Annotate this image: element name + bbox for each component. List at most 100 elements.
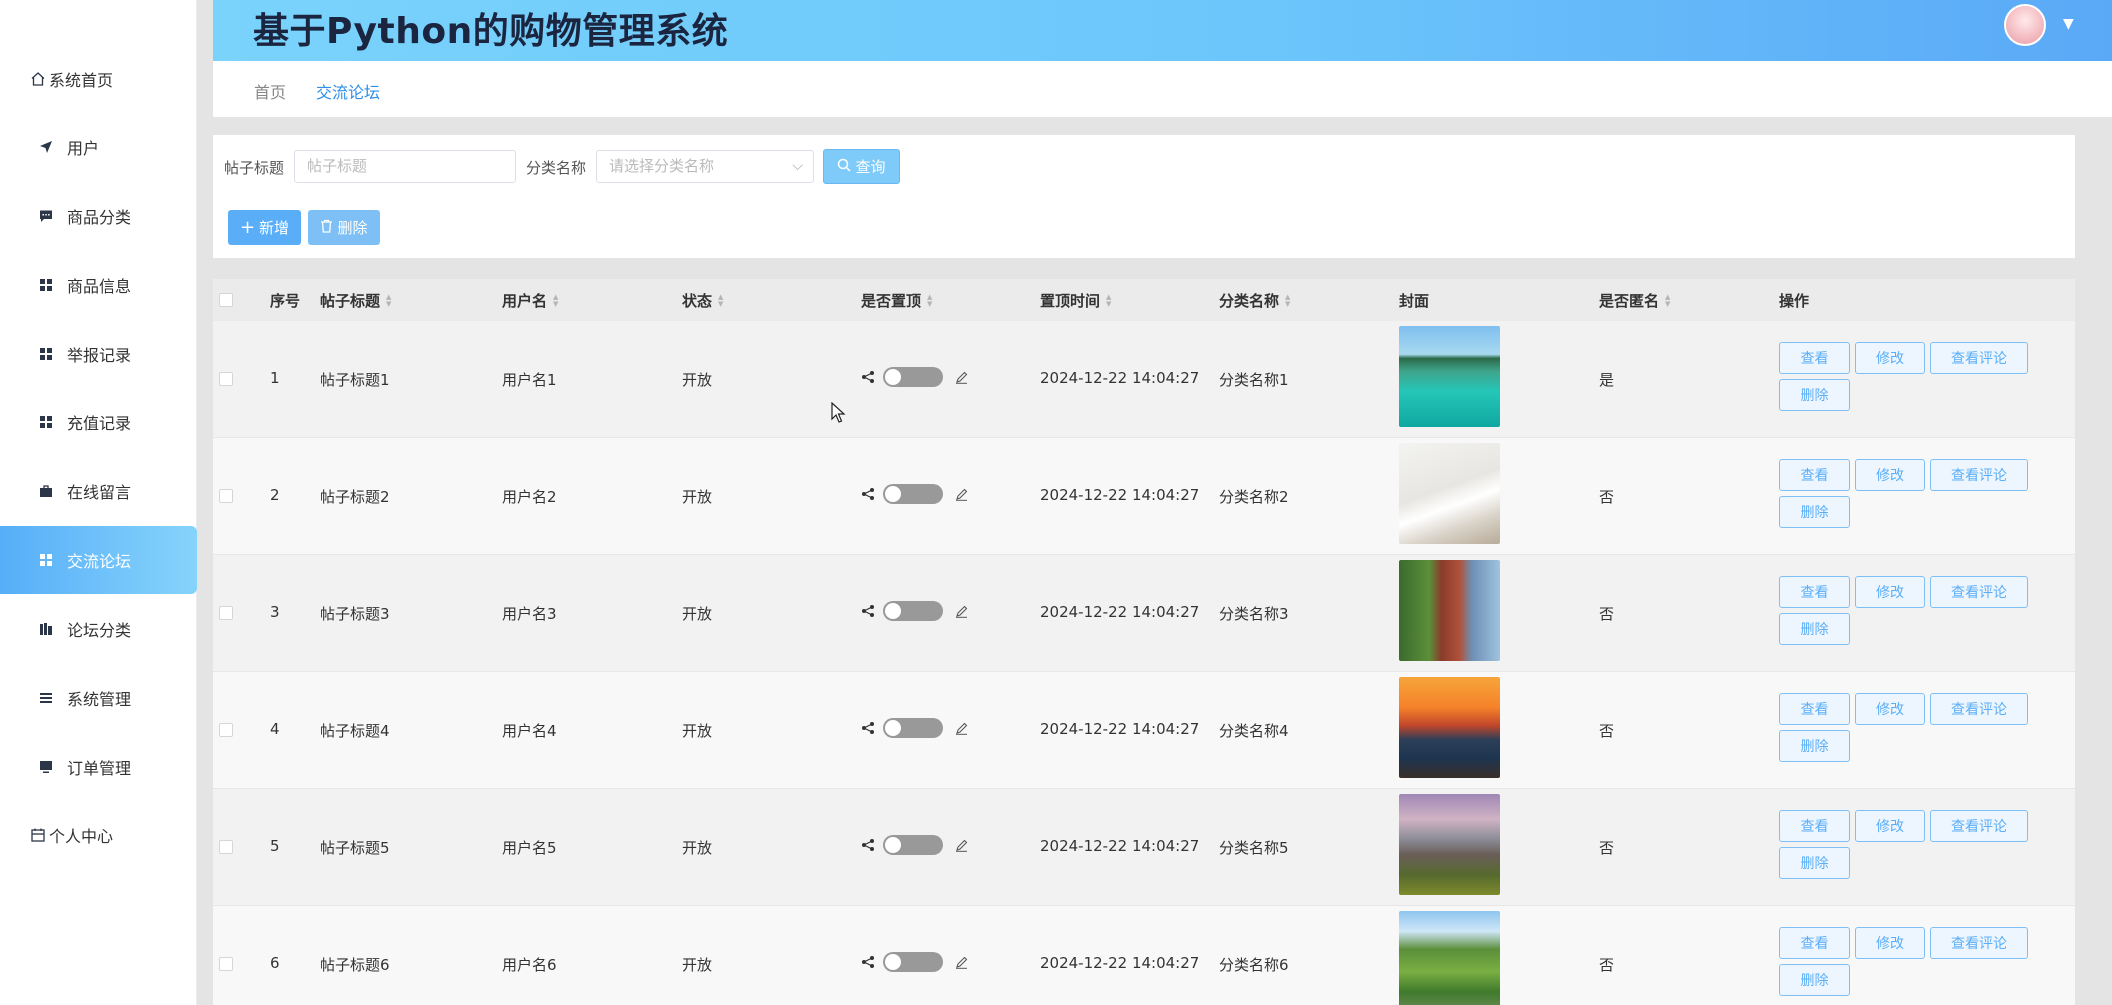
- col-category[interactable]: 分类名称 ▲ ▼: [1219, 290, 1290, 311]
- cell-category: 分类名称6: [1219, 956, 1289, 974]
- sidebar-item-profile[interactable]: 个人中心: [0, 801, 197, 869]
- sort-icon[interactable]: ▲ ▼: [553, 293, 558, 308]
- edit-pen-icon[interactable]: [955, 488, 968, 501]
- cell-pin-time: 2024-12-22 14:04:27: [1040, 720, 1200, 738]
- row-checkbox[interactable]: [219, 606, 233, 620]
- cell-title: 帖子标题6: [320, 956, 390, 974]
- pinned-toggle[interactable]: [883, 367, 943, 387]
- edit-button[interactable]: 修改: [1855, 927, 1925, 959]
- col-user[interactable]: 用户名 ▲ ▼: [502, 290, 558, 311]
- sidebar-item-forum[interactable]: 交流论坛: [0, 526, 197, 594]
- col-pinned[interactable]: 是否置顶 ▲ ▼: [861, 290, 932, 311]
- delete-button[interactable]: 删除: [1779, 379, 1850, 411]
- view-comments-button[interactable]: 查看评论: [1930, 927, 2028, 959]
- view-button[interactable]: 查看: [1779, 810, 1850, 842]
- view-button[interactable]: 查看: [1779, 459, 1850, 491]
- col-anonymous[interactable]: 是否匿名 ▲ ▼: [1599, 290, 1670, 311]
- delete-button[interactable]: 删除: [1779, 964, 1850, 996]
- view-button[interactable]: 查看: [1779, 693, 1850, 725]
- pinned-toggle[interactable]: [883, 601, 943, 621]
- cover-image[interactable]: [1399, 911, 1500, 1005]
- chat-icon: [37, 207, 55, 225]
- edit-pen-icon[interactable]: [955, 371, 968, 384]
- sidebar-item-home[interactable]: 系统首页: [0, 45, 197, 113]
- row-checkbox[interactable]: [219, 489, 233, 503]
- view-comments-button[interactable]: 查看评论: [1930, 576, 2028, 608]
- col-pin-time[interactable]: 置顶时间 ▲ ▼: [1040, 290, 1111, 311]
- sidebar-item-forum-category[interactable]: 论坛分类: [0, 595, 197, 663]
- delete-button[interactable]: 删除: [1779, 613, 1850, 645]
- delete-button[interactable]: 删除: [1779, 847, 1850, 879]
- view-comments-button[interactable]: 查看评论: [1930, 693, 2028, 725]
- edit-button[interactable]: 修改: [1855, 459, 1925, 491]
- chevron-down-icon[interactable]: ▼: [2063, 16, 2074, 32]
- edit-pen-icon[interactable]: [955, 722, 968, 735]
- sidebar-item-reports[interactable]: 举报记录: [0, 320, 197, 388]
- edit-button[interactable]: 修改: [1855, 693, 1925, 725]
- view-comments-button[interactable]: 查看评论: [1930, 459, 2028, 491]
- edit-pen-icon[interactable]: [955, 839, 968, 852]
- view-comments-button[interactable]: 查看评论: [1930, 342, 2028, 374]
- cell-status: 开放: [682, 605, 713, 623]
- pinned-toggle[interactable]: [883, 484, 943, 504]
- view-button[interactable]: 查看: [1779, 927, 1850, 959]
- delete-button[interactable]: 删除: [1779, 730, 1850, 762]
- row-checkbox[interactable]: [219, 723, 233, 737]
- pinned-toggle[interactable]: [883, 835, 943, 855]
- row-checkbox[interactable]: [219, 372, 233, 386]
- sort-icon[interactable]: ▲ ▼: [1106, 293, 1111, 308]
- batch-delete-label: 删除: [337, 219, 368, 237]
- sidebar-item-users[interactable]: 用户: [0, 113, 197, 181]
- pinned-toggle[interactable]: [883, 718, 943, 738]
- row-checkbox[interactable]: [219, 957, 233, 971]
- view-button[interactable]: 查看: [1779, 342, 1850, 374]
- sort-icon[interactable]: ▲ ▼: [718, 293, 723, 308]
- row-checkbox[interactable]: [219, 840, 233, 854]
- delete-button[interactable]: 删除: [1779, 496, 1850, 528]
- col-status[interactable]: 状态 ▲ ▼: [682, 290, 723, 311]
- sidebar-item-product-info[interactable]: 商品信息: [0, 251, 197, 319]
- category-select[interactable]: 请选择分类名称 ⌵: [596, 150, 814, 183]
- edit-pen-icon[interactable]: [955, 605, 968, 618]
- cover-image[interactable]: [1399, 677, 1500, 778]
- app-title: 基于Python的购物管理系统: [253, 11, 729, 52]
- edit-button[interactable]: 修改: [1855, 576, 1925, 608]
- cell-status: 开放: [682, 722, 713, 740]
- cover-image[interactable]: [1399, 794, 1500, 895]
- sort-icon[interactable]: ▲ ▼: [927, 293, 932, 308]
- sidebar-item-recharge[interactable]: 充值记录: [0, 388, 197, 456]
- col-title[interactable]: 帖子标题 ▲ ▼: [320, 290, 391, 311]
- sidebar-item-messages[interactable]: 在线留言: [0, 457, 197, 525]
- sidebar-item-orders[interactable]: 订单管理: [0, 733, 197, 801]
- sidebar-item-label: 交流论坛: [67, 552, 132, 571]
- select-all-checkbox[interactable]: [219, 293, 233, 307]
- category-select-placeholder: 请选择分类名称: [609, 157, 715, 175]
- view-comments-button[interactable]: 查看评论: [1930, 810, 2028, 842]
- add-button[interactable]: + 新增: [228, 210, 301, 245]
- sort-icon[interactable]: ▲ ▼: [1665, 293, 1670, 308]
- cell-pin-time: 2024-12-22 14:04:27: [1040, 369, 1200, 387]
- cell-user: 用户名3: [502, 605, 557, 623]
- sidebar-item-product-category[interactable]: 商品分类: [0, 182, 197, 250]
- pinned-toggle[interactable]: [883, 952, 943, 972]
- view-button[interactable]: 查看: [1779, 576, 1850, 608]
- avatar[interactable]: [2004, 4, 2046, 46]
- batch-delete-button[interactable]: 删除: [308, 210, 380, 245]
- query-button[interactable]: 查询: [823, 149, 900, 184]
- sidebar-item-label: 系统管理: [67, 690, 132, 709]
- sidebar-item-system[interactable]: 系统管理: [0, 664, 197, 732]
- sort-icon[interactable]: ▲ ▼: [1285, 293, 1290, 308]
- title-search-input[interactable]: 帖子标题: [294, 150, 516, 183]
- breadcrumb-home[interactable]: 首页: [254, 79, 286, 103]
- cover-image[interactable]: [1399, 443, 1500, 544]
- cover-image[interactable]: [1399, 560, 1500, 661]
- edit-button[interactable]: 修改: [1855, 810, 1925, 842]
- edit-button[interactable]: 修改: [1855, 342, 1925, 374]
- cover-image[interactable]: [1399, 326, 1500, 427]
- toggle-knob: [885, 837, 901, 853]
- table-row: 1 帖子标题1 用户名1 开放 2024-12-22 14:04:27 分类名称…: [213, 321, 2075, 438]
- edit-pen-icon[interactable]: [955, 956, 968, 969]
- toggle-knob: [885, 603, 901, 619]
- table-row: 5 帖子标题5 用户名5 开放 2024-12-22 14:04:27 分类名称…: [213, 789, 2075, 906]
- sort-icon[interactable]: ▲ ▼: [386, 293, 391, 308]
